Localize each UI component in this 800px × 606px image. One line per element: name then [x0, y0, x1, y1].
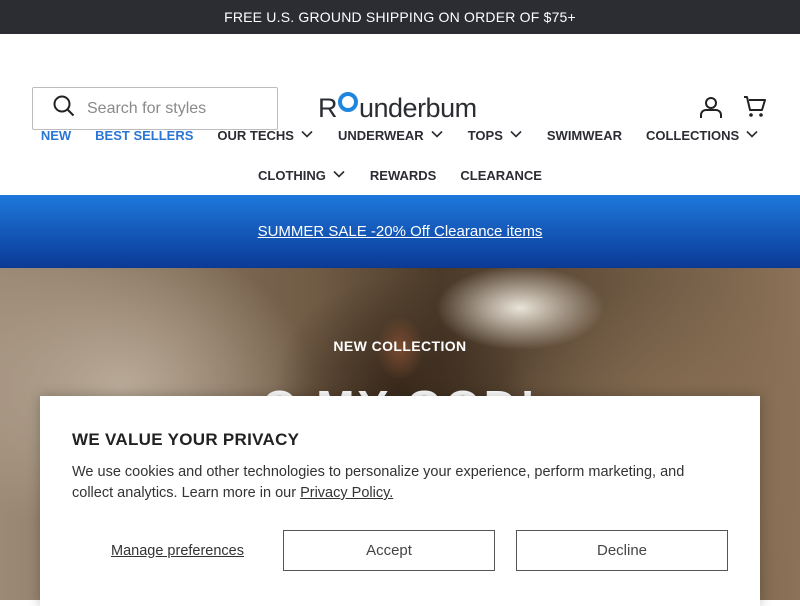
nav-row-secondary: CLOTHING REWARDS CLEARANCE: [0, 158, 800, 192]
nav-item-new[interactable]: NEW: [29, 128, 83, 143]
header-icons: [698, 94, 768, 120]
nav-item-label: CLEARANCE: [460, 167, 542, 183]
nav-item-best-sellers[interactable]: BEST SELLERS: [83, 128, 205, 143]
nav-item-rewards[interactable]: REWARDS: [358, 168, 448, 183]
announcement-text: FREE U.S. GROUND SHIPPING ON ORDER OF $7…: [224, 9, 576, 25]
logo-ring-icon: [338, 92, 358, 112]
manage-preferences-link[interactable]: Manage preferences: [72, 543, 283, 559]
nav-item-clearance[interactable]: CLEARANCE: [448, 168, 554, 183]
chevron-down-icon: [509, 127, 523, 144]
main-navigation: NEW BEST SELLERS OUR TECHS UNDERWEAR TOPS SWI…: [0, 118, 800, 192]
account-icon[interactable]: [698, 94, 724, 120]
nav-item-label: BEST SELLERS: [95, 127, 194, 143]
decline-button[interactable]: Decline: [516, 530, 728, 571]
search-input[interactable]: [87, 99, 257, 118]
nav-item-our-techs[interactable]: OUR TECHS: [205, 127, 326, 144]
promo-banner: SUMMER SALE -20% Off Clearance items: [0, 195, 800, 268]
promo-link[interactable]: SUMMER SALE -20% Off Clearance items: [258, 223, 543, 240]
privacy-policy-link[interactable]: Privacy Policy.: [300, 485, 393, 501]
nav-item-label: NEW: [40, 127, 72, 143]
announcement-bar: FREE U.S. GROUND SHIPPING ON ORDER OF $7…: [0, 0, 800, 34]
nav-item-label: OUR TECHS: [217, 127, 294, 143]
chevron-down-icon: [430, 127, 444, 144]
nav-row-primary: NEW BEST SELLERS OUR TECHS UNDERWEAR TOPS SWI…: [0, 118, 800, 152]
nav-item-label: REWARDS: [369, 167, 437, 183]
cookie-actions: Manage preferences Accept Decline: [72, 530, 728, 571]
site-header: R underbum: [0, 34, 800, 130]
chevron-down-icon: [300, 127, 314, 144]
nav-item-label: SWIMWEAR: [546, 127, 622, 143]
cookie-title: WE VALUE YOUR PRIVACY: [72, 430, 300, 449]
cookie-body: We use cookies and other technologies to…: [72, 462, 728, 504]
nav-item-swimwear[interactable]: SWIMWEAR: [535, 128, 634, 143]
nav-item-collections[interactable]: COLLECTIONS: [634, 127, 771, 144]
nav-item-label: CLOTHING: [258, 167, 326, 183]
nav-item-label: UNDERWEAR: [337, 127, 424, 143]
nav-item-clothing[interactable]: CLOTHING: [246, 167, 358, 184]
chevron-down-icon: [332, 167, 346, 184]
nav-item-tops[interactable]: TOPS: [456, 127, 535, 144]
cookie-consent-dialog: WE VALUE YOUR PRIVACY We use cookies and…: [40, 396, 760, 606]
cart-icon[interactable]: [742, 94, 768, 120]
chevron-down-icon: [745, 127, 759, 144]
nav-item-label: COLLECTIONS: [645, 127, 740, 143]
nav-item-underwear[interactable]: UNDERWEAR: [326, 127, 456, 144]
accept-button[interactable]: Accept: [283, 530, 495, 571]
hero-label: NEW COLLECTION: [333, 338, 467, 354]
nav-item-label: TOPS: [467, 127, 503, 143]
